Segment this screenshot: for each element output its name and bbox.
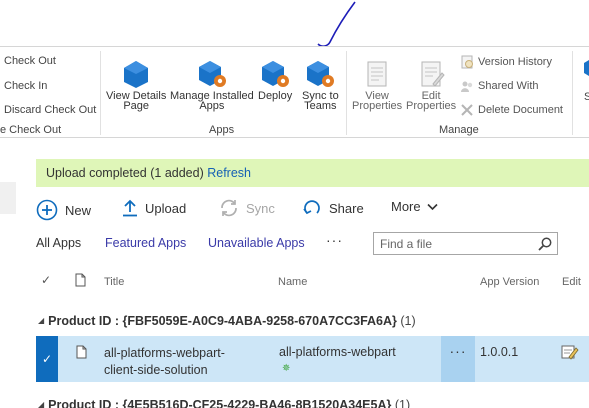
row-app-version: 1.0.0.1 <box>480 345 519 359</box>
discard-check-out-button[interactable]: Discard Check Out <box>4 104 96 116</box>
shared-with-icon <box>461 81 473 92</box>
view-properties-label-2: Properties <box>352 100 403 112</box>
edit-properties-label-2: Properties <box>406 100 457 112</box>
override-check-out-button[interactable]: e Check Out <box>0 124 61 136</box>
sync-teams-label-2: Teams <box>304 100 337 112</box>
edit-item-icon[interactable] <box>561 344 579 360</box>
view-unavailable-apps[interactable]: Unavailable Apps <box>208 236 305 250</box>
group-count: (1) <box>400 314 416 328</box>
plus-circle-icon <box>36 199 58 221</box>
search-input[interactable] <box>380 236 530 251</box>
group-id: {FBF5059E-A0C9-4ABA-9258-670A7CC3FA6A} <box>122 314 397 328</box>
version-history-icon <box>461 55 473 69</box>
file-type-header-icon <box>75 273 86 287</box>
manage-group-label: Manage <box>439 124 479 136</box>
sync-icon <box>221 199 237 217</box>
shared-with-button[interactable]: Shared With <box>460 79 539 93</box>
search-icon[interactable] <box>538 237 552 251</box>
annotation-scribble <box>317 1 356 47</box>
view-details-label-2: Page <box>123 100 150 112</box>
row-title-link[interactable]: all-platforms-webpart- client-side-solut… <box>104 345 225 379</box>
row-selected-check[interactable]: ✓ <box>36 336 58 382</box>
sync-teams-gear-icon <box>307 61 335 87</box>
group-prefix: Product ID : <box>48 398 123 408</box>
edit-properties-button[interactable]: Edit Properties <box>406 59 457 112</box>
version-history-label: Version History <box>478 56 552 68</box>
upload-label: Upload <box>145 200 187 216</box>
ribbon-separator <box>572 51 573 135</box>
column-title[interactable]: Title <box>104 276 124 288</box>
column-edit[interactable]: Edit <box>562 276 581 288</box>
refresh-link[interactable]: Refresh <box>207 166 251 180</box>
collapse-triangle-icon: ◢ <box>38 316 45 325</box>
upload-status-bar: Upload completed (1 added) Refresh <box>36 159 589 187</box>
upload-button[interactable]: Upload <box>122 199 186 217</box>
view-more-ellipsis[interactable]: ··· <box>326 232 343 248</box>
upload-arrow-icon <box>123 199 137 217</box>
manage-installed-label-2: Apps <box>199 100 225 112</box>
view-featured-apps[interactable]: Featured Apps <box>105 236 186 250</box>
group-header[interactable]: ◢ Product ID : {4E5B516D-CF25-4229-BA46-8… <box>38 398 410 408</box>
delete-document-label: Delete Document <box>478 104 563 116</box>
view-all-apps[interactable]: All Apps <box>36 236 81 250</box>
share-label: Share <box>329 200 364 216</box>
table-row[interactable]: ✓ all-platforms-webpart- client-side-sol… <box>36 336 589 382</box>
group-id: {4E5B516D-CF25-4229-BA46-8B1520A34E5A} <box>122 398 392 408</box>
ribbon: Check Out Check In Discard Check Out e C… <box>0 46 589 138</box>
sync-to-teams-button[interactable]: Sync to Teams <box>302 59 339 112</box>
app-cube-icon <box>124 61 149 88</box>
chevron-down-icon <box>427 203 438 210</box>
more-button[interactable]: More <box>391 199 445 214</box>
deploy-gear-icon <box>262 61 290 87</box>
column-name[interactable]: Name <box>278 276 307 288</box>
group-count: (1) <box>394 398 411 408</box>
column-app-version[interactable]: App Version <box>480 276 539 288</box>
delete-document-button[interactable]: Delete Document <box>460 103 563 117</box>
select-all-check[interactable]: ✓ <box>41 273 51 287</box>
group-prefix: Product ID : <box>48 314 123 328</box>
find-file-search <box>373 232 558 255</box>
partial-ribbon-label: S <box>584 91 589 103</box>
left-nav-stub <box>0 182 16 214</box>
app-cube-gear-icon <box>198 61 226 87</box>
view-details-page-button[interactable]: View Details Page <box>106 59 166 112</box>
new-label: New <box>65 202 92 218</box>
manage-installed-apps-button[interactable]: Manage Installed Apps <box>170 59 254 112</box>
new-item-icon: ✵ <box>282 363 291 374</box>
new-button[interactable]: New <box>36 199 91 221</box>
collapse-triangle-icon: ◢ <box>38 400 45 408</box>
ribbon-separator <box>100 51 101 135</box>
row-name: all-platforms-webpart <box>279 345 396 359</box>
version-history-button[interactable]: Version History <box>460 55 552 69</box>
partial-ribbon-icon <box>584 60 589 76</box>
row-title-line-1: all-platforms-webpart- <box>104 346 225 360</box>
sync-label: Sync <box>246 200 275 216</box>
check-in-button[interactable]: Check In <box>4 80 47 92</box>
view-properties-button[interactable]: View Properties <box>352 59 403 112</box>
row-more-actions[interactable]: ··· <box>441 336 475 382</box>
delete-x-icon <box>461 104 473 116</box>
row-title-line-2: client-side-solution <box>104 363 208 377</box>
sync-button[interactable]: Sync <box>219 199 275 217</box>
shared-with-label: Shared With <box>478 80 539 92</box>
group-header[interactable]: ◢ Product ID : {FBF5059E-A0C9-4ABA-9258-6… <box>38 314 416 328</box>
apps-group-label: Apps <box>209 124 235 136</box>
share-button[interactable]: Share <box>302 199 364 217</box>
share-icon <box>303 200 320 215</box>
check-out-button[interactable]: Check Out <box>4 55 56 67</box>
ribbon-separator <box>346 51 347 135</box>
view-properties-icon <box>367 61 387 87</box>
more-label: More <box>391 199 421 214</box>
status-message: Upload completed (1 added) <box>46 166 204 180</box>
deploy-button[interactable]: Deploy <box>258 59 293 102</box>
deploy-label: Deploy <box>258 90 293 102</box>
edit-properties-icon <box>421 61 445 87</box>
file-icon <box>76 345 87 359</box>
